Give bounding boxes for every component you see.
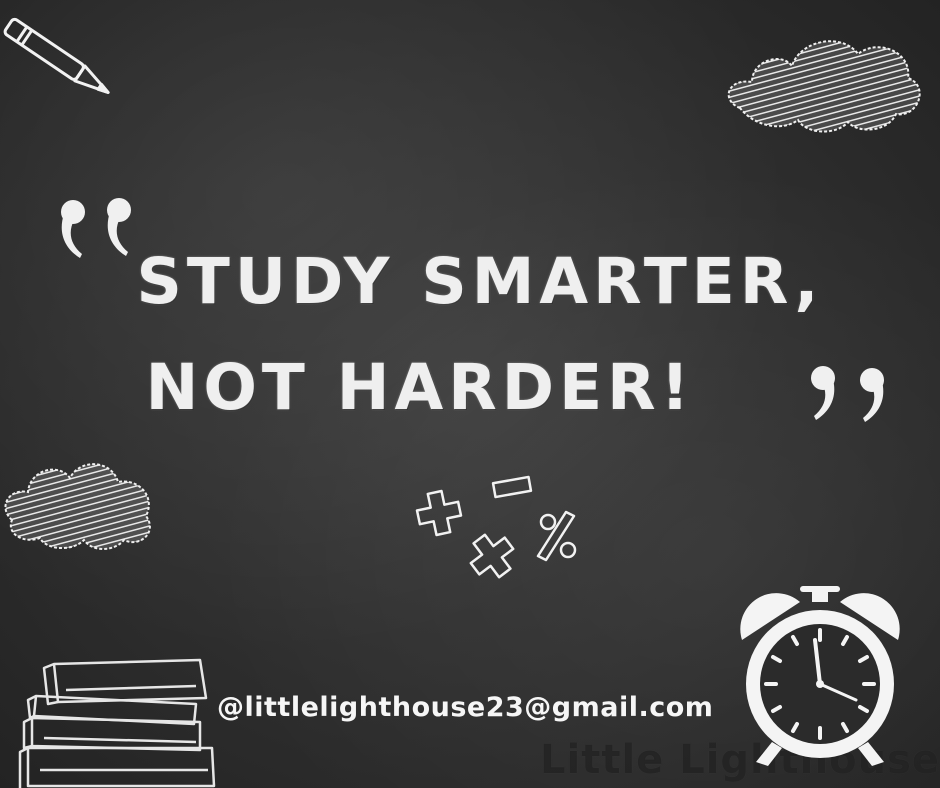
headline-line-2: NOT HARDER!	[145, 351, 695, 424]
chalkboard-poster: STUDY SMARTER, NOT HARDER! @littlelighth…	[0, 0, 940, 788]
contact-email: @littlelighthouse23@gmail.com	[217, 692, 714, 723]
headline-line-1: STUDY SMARTER,	[136, 245, 824, 318]
watermark-text: Little Lighthouse	[540, 737, 940, 783]
